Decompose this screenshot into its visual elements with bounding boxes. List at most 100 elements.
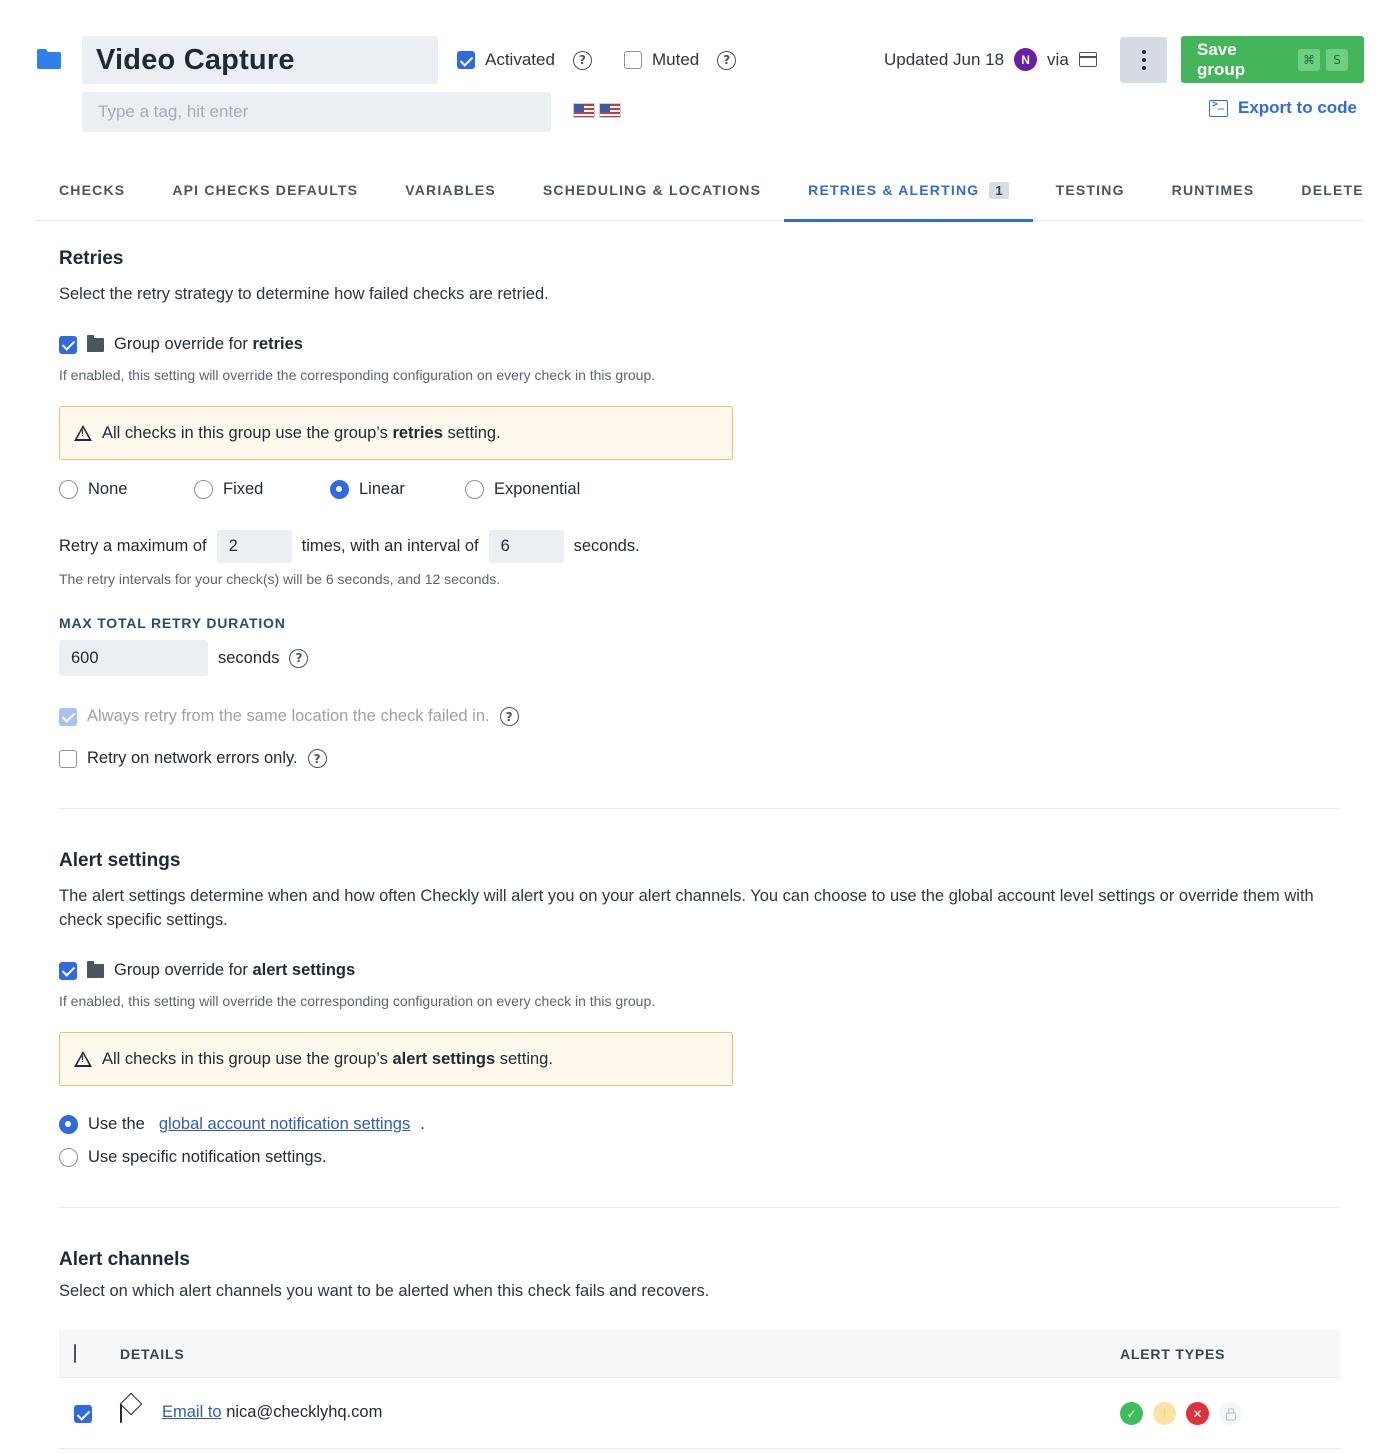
warning-icon [74,425,92,441]
section-divider [59,808,1340,809]
alert-channels-description: Select on which alert channels you want … [59,1282,710,1300]
alert-warning-banner: All checks in this group use the group’s… [59,1032,733,1086]
help-icon[interactable]: ? [289,648,309,668]
use-global-radio[interactable]: Use the global account notification sett… [59,1115,425,1134]
tab-scheduling-locations[interactable]: SCHEDULING & LOCATIONS [543,160,761,220]
retry-interval-hint: The retry intervals for your check(s) wi… [59,571,501,587]
strategy-radio-linear[interactable]: Linear [330,480,405,499]
tab-count-badge: 1 [989,181,1009,199]
table-row: Email to nica@checklyhq.com ✓ ! ✕ [59,1379,1340,1449]
save-group-button[interactable]: Save group ⌘ S [1181,36,1364,83]
strategy-radio-fixed[interactable]: Fixed [194,480,263,499]
more-dots-icon [1141,50,1146,54]
degraded-warning-icon[interactable]: ! [1153,1402,1176,1425]
retries-override-toggle[interactable]: Group override for retries [59,334,303,354]
alert-settings-title: Alert settings [59,850,181,871]
retries-title: Retries [59,248,124,269]
alert-types: ✓ ! ✕ [1120,1402,1242,1425]
radio-button[interactable] [194,480,213,499]
alert-override-checkbox[interactable] [59,961,77,980]
retries-description: Select the retry strategy to determine h… [59,285,549,303]
email-target: nica@checklyhq.com [226,1403,383,1421]
network-errors-toggle[interactable]: Retry on network errors only. ? [59,749,327,768]
tab-checks[interactable]: CHECKS [59,160,125,220]
tab-delete[interactable]: DELETE [1301,160,1363,220]
group-name-input[interactable]: Video Capture [82,36,438,84]
retries-warning-text: All checks in this group use the group’s… [102,423,501,442]
failure-x-icon[interactable]: ✕ [1186,1402,1209,1425]
tab-testing[interactable]: TESTING [1056,160,1125,220]
recovery-check-icon[interactable]: ✓ [1120,1402,1143,1425]
max-duration-row: 600 seconds ? [59,640,309,676]
muted-label: Muted [652,50,700,69]
radio-button[interactable] [465,480,484,499]
alert-types-column-header: ALERT TYPES [1120,1346,1226,1362]
browser-icon [1078,52,1097,67]
avatar: N [1014,48,1038,71]
global-settings-link[interactable]: global account notification settings [159,1115,410,1134]
tab-retries-alerting[interactable]: RETRIES & ALERTING 1 [784,160,1034,222]
more-options-button[interactable] [1120,37,1167,83]
alert-override-toggle[interactable]: Group override for alert settings [59,960,356,980]
alert-override-hint: If enabled, this setting will override t… [59,993,656,1009]
lock-icon [1219,1402,1242,1425]
s-key: S [1326,48,1348,71]
radio-button[interactable] [59,1148,78,1167]
export-to-code-link[interactable]: Export to code [1209,98,1357,118]
keyboard-shortcut: ⌘ S [1298,48,1348,71]
retry-max-label: Retry a maximum of [59,537,207,555]
help-icon[interactable]: ? [307,749,327,768]
retries-override-label: Group override for retries [114,335,303,353]
tab-api-checks-defaults[interactable]: API CHECKS DEFAULTS [172,160,358,220]
select-all-checkbox[interactable] [74,1344,76,1363]
us-flag-icon [573,103,595,118]
same-location-checkbox [59,707,77,726]
radio-button[interactable] [330,480,349,499]
folder-icon [87,334,104,352]
radio-button[interactable] [59,1115,78,1134]
max-retries-input[interactable]: 2 [216,530,292,563]
activated-label: Activated [485,50,555,69]
use-specific-radio[interactable]: Use specific notification settings. [59,1148,326,1167]
folder-icon [37,49,61,69]
export-label: Export to code [1238,98,1358,117]
activated-toggle[interactable]: Activated ? [457,50,592,70]
alert-settings-description: The alert settings determine when and ho… [59,887,1314,929]
muted-toggle[interactable]: Muted ? [624,50,737,70]
activated-checkbox[interactable] [457,51,475,69]
email-channel-link[interactable]: Email to [162,1403,222,1421]
use-global-label: Use the [88,1115,145,1133]
alert-override-label: Group override for alert settings [114,961,356,979]
retry-interval-suffix: seconds. [573,537,640,555]
help-icon[interactable]: ? [572,50,592,70]
updated-label: Updated Jun 18 [884,49,1005,69]
tag-input[interactable] [82,92,551,132]
tab-runtimes[interactable]: RUNTIMES [1172,160,1255,220]
command-key-icon: ⌘ [1298,48,1320,71]
terminal-icon [1209,99,1228,117]
help-icon[interactable]: ? [499,707,519,726]
alert-channels-table-header: DETAILS ALERT TYPES [59,1330,1340,1378]
warning-icon [74,1051,92,1067]
strategy-radio-none[interactable]: None [59,480,127,499]
same-location-label: Always retry from the same location the … [87,707,490,725]
radio-button[interactable] [59,480,78,499]
retries-override-hint: If enabled, this setting will override t… [59,367,656,383]
network-errors-checkbox[interactable] [59,749,77,768]
network-errors-label: Retry on network errors only. [87,749,298,767]
help-icon[interactable]: ? [717,50,737,70]
folder-icon [87,960,104,978]
strategy-radio-exponential[interactable]: Exponential [465,480,580,499]
retries-override-checkbox[interactable] [59,335,77,354]
section-divider [59,1207,1340,1208]
mail-icon [120,1404,122,1423]
muted-checkbox[interactable] [624,51,642,69]
tab-variables[interactable]: VARIABLES [405,160,496,220]
save-group-label: Save group [1197,39,1246,79]
max-duration-label: MAX TOTAL RETRY DURATION [59,615,286,631]
channel-details: Email to nica@checklyhq.com [162,1403,382,1422]
location-flags [573,103,621,118]
max-duration-input[interactable]: 600 [59,640,208,676]
channel-checkbox[interactable] [74,1405,92,1423]
retry-interval-input[interactable]: 6 [488,530,564,563]
